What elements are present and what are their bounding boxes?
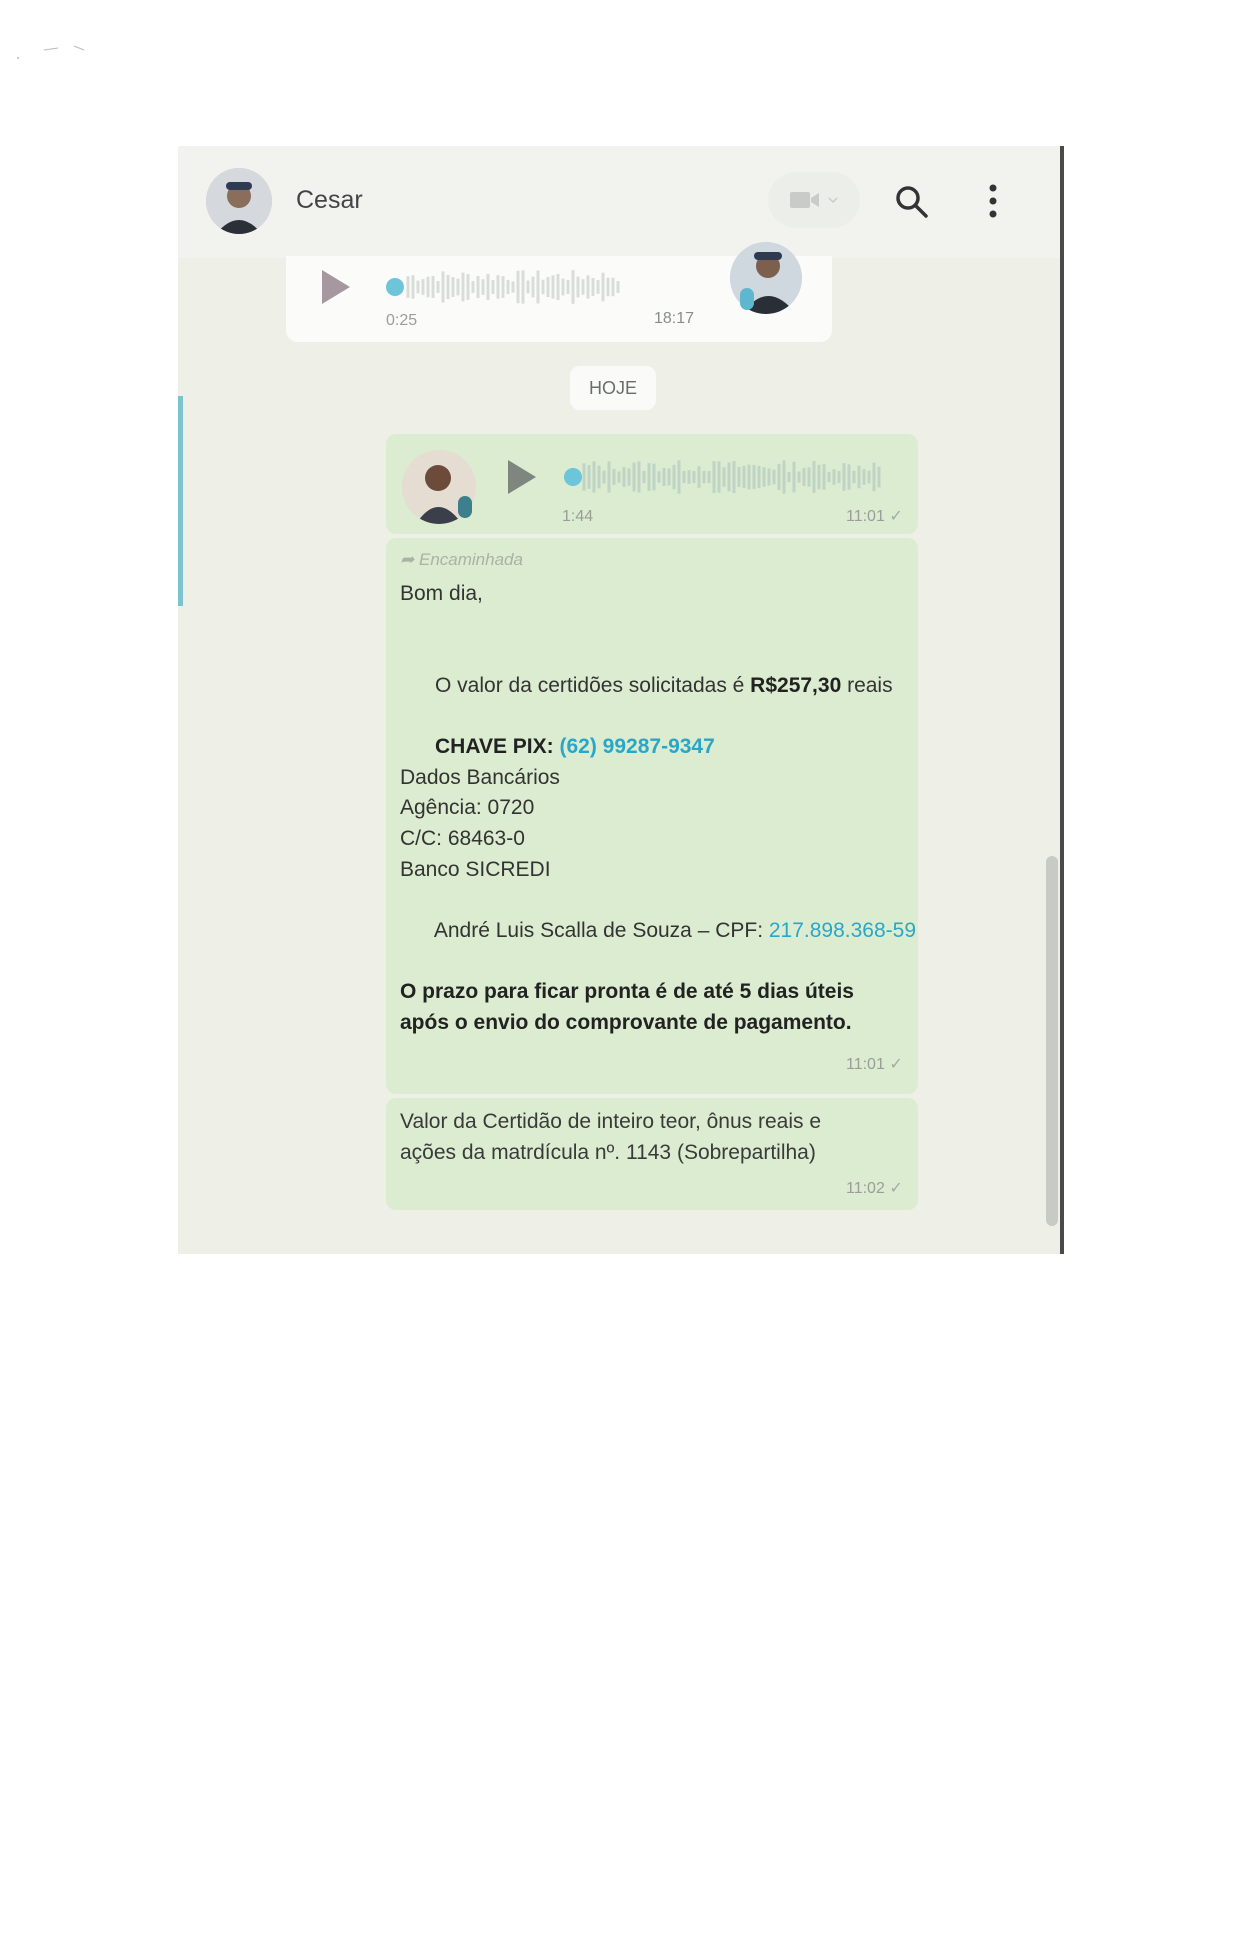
chat-header: Cesar (178, 146, 1060, 258)
mic-icon (458, 496, 472, 518)
contact-name[interactable]: Cesar (296, 186, 363, 215)
cpf-link[interactable]: 217.898.368-59 (769, 919, 916, 942)
message-line-1: Valor da Certidão de inteiro teor, ônus … (400, 1110, 822, 1133)
left-accent-bar (178, 396, 183, 606)
message-line-2: ações da matrdícula nº. 1143 (Sobreparti… (400, 1141, 816, 1164)
forwarded-label: ➦ Encaminhada (400, 550, 523, 569)
audio-duration: 0:25 (386, 312, 418, 329)
day-separator: HOJE (570, 366, 656, 410)
message-greeting: Bom dia, (400, 582, 483, 605)
audio-time: 11:01 ✓ (846, 508, 903, 525)
chevron-down-icon (828, 197, 838, 204)
bank-holder: André Luis Scalla de Souza – CPF: 217.89… (433, 919, 917, 942)
chat-scrollbar[interactable] (1046, 856, 1058, 1226)
audio-waveform[interactable] (406, 268, 626, 306)
scan-specks (17, 45, 85, 59)
text-message[interactable]: ➦ Encaminhada Bom dia, O valor da certid… (386, 538, 918, 1094)
audio-time: 18:17 (654, 310, 695, 327)
audio-duration: 1:44 (562, 508, 594, 525)
contact-avatar[interactable] (206, 168, 272, 234)
search-icon[interactable] (894, 184, 930, 220)
bank-name: Banco SICREDI (400, 858, 551, 881)
check-icon: ✓ (889, 1056, 903, 1073)
deadline-line-2: após o envio do comprovante de pagamento… (400, 1011, 852, 1034)
message-time: 11:01 ✓ (846, 1056, 903, 1073)
video-call-button[interactable] (768, 172, 860, 228)
chat-window: Cesar 0:25 18:17 HOJE 1:44 11:01 ✓ ➦ Enc… (178, 146, 1064, 1254)
audio-progress-dot[interactable] (564, 468, 582, 486)
audio-progress-dot[interactable] (386, 278, 404, 296)
mic-icon (740, 288, 754, 310)
pix-link[interactable]: (62) 99287-9347 (560, 735, 715, 758)
forward-icon: ➦ (400, 550, 415, 569)
menu-icon[interactable] (988, 184, 998, 218)
message-time: 11:02 ✓ (846, 1180, 903, 1197)
bank-account: C/C: 68463-0 (400, 827, 525, 850)
sent-audio-message: 1:44 11:01 ✓ (386, 434, 918, 534)
text-message[interactable]: Valor da Certidão de inteiro teor, ônus … (386, 1098, 918, 1210)
play-icon[interactable] (508, 460, 536, 494)
deadline-line-1: O prazo para ficar pronta é de até 5 dia… (400, 980, 854, 1003)
bank-agency: Agência: 0720 (400, 796, 535, 819)
check-icon: ✓ (889, 1180, 903, 1197)
video-icon (790, 192, 819, 208)
bank-title: Dados Bancários (400, 766, 560, 789)
audio-waveform[interactable] (582, 458, 892, 496)
play-icon[interactable] (322, 270, 350, 304)
received-audio-message: 0:25 18:17 (286, 242, 832, 342)
check-icon: ✓ (889, 508, 903, 525)
